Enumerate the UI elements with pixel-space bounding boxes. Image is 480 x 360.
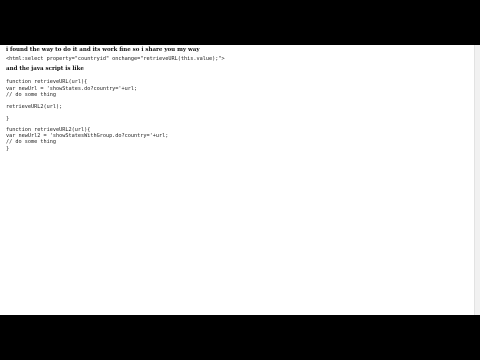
code-line: }: [6, 145, 10, 152]
vertical-scrollbar[interactable]: [474, 45, 480, 315]
lead-text: and the java script is like: [6, 66, 84, 73]
document-page: i found the way to do it and its work fi…: [0, 45, 480, 315]
post-body: i found the way to do it and its work fi…: [6, 47, 468, 152]
intro-text: i found the way to do it and its work fi…: [6, 47, 200, 53]
